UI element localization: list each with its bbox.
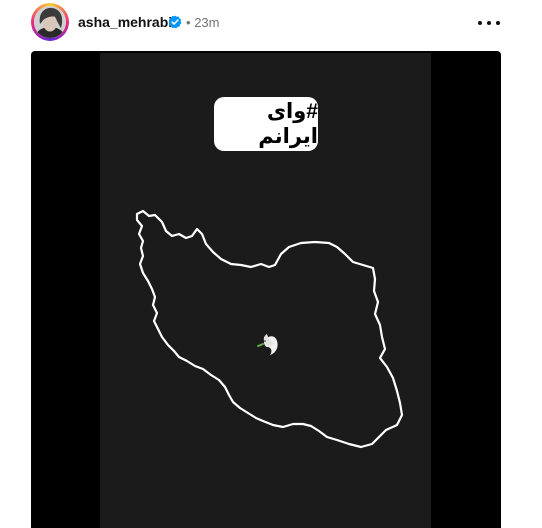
post-media[interactable]: #وای ایرانم — [31, 51, 501, 528]
more-options-button[interactable] — [478, 12, 500, 34]
more-dot-icon — [478, 21, 482, 25]
post-time[interactable]: 23m — [194, 15, 219, 30]
username[interactable]: asha_mehrabi — [78, 14, 172, 30]
more-dot-icon — [487, 21, 491, 25]
separator-dot: • — [186, 15, 191, 30]
post-header: asha_mehrabi • 23m — [0, 0, 542, 52]
iran-map-icon — [135, 209, 404, 449]
iran-map-outline — [135, 209, 404, 449]
more-dot-icon — [496, 21, 500, 25]
avatar-image — [34, 6, 66, 38]
verified-badge-icon — [168, 15, 182, 29]
avatar[interactable] — [34, 6, 66, 38]
peace-dove-icon — [257, 334, 278, 355]
story-ring[interactable] — [31, 3, 69, 41]
post-meta: • 23m — [186, 15, 219, 30]
